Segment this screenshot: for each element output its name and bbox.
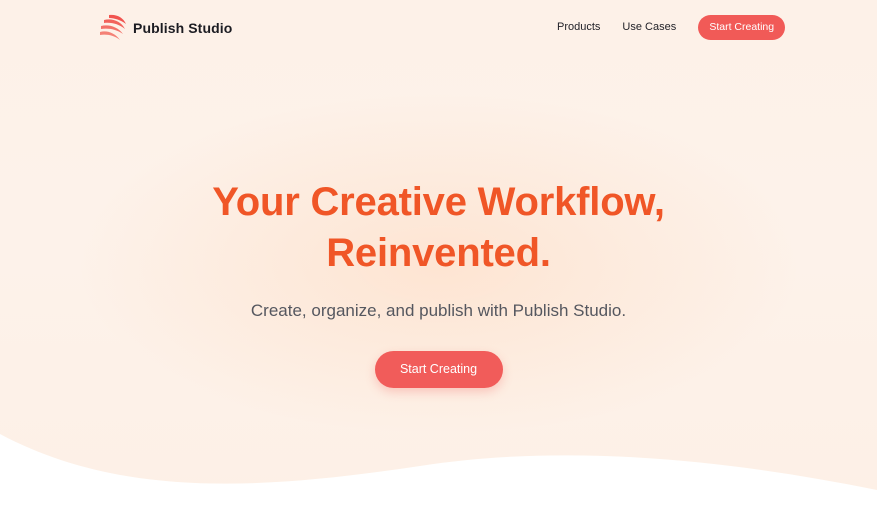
brand-home-link[interactable]: Publish Studio bbox=[99, 13, 232, 42]
brand-name: Publish Studio bbox=[133, 19, 233, 36]
hero-title-line-1: Your Creative Workflow, bbox=[212, 180, 665, 224]
bottom-wave-divider bbox=[0, 434, 877, 528]
nav-link-products[interactable]: Products bbox=[557, 15, 600, 40]
hero-start-creating-button[interactable]: Start Creating bbox=[374, 351, 503, 388]
nav-link-use-cases[interactable]: Use Cases bbox=[622, 15, 676, 40]
hero-section: Your Creative Workflow, Reinvented. Crea… bbox=[0, 177, 877, 388]
nav-start-creating-button[interactable]: Start Creating bbox=[698, 15, 786, 40]
nav-links: Products Use Cases Start Creating bbox=[557, 15, 786, 40]
hero-title: Your Creative Workflow, Reinvented. bbox=[0, 177, 877, 279]
layered-pages-logo-icon bbox=[100, 14, 126, 40]
hero-title-line-2: Reinvented. bbox=[326, 231, 551, 275]
top-navigation: Publish Studio Products Use Cases Start … bbox=[0, 0, 877, 56]
hero-subtitle: Create, organize, and publish with Publi… bbox=[250, 301, 627, 320]
